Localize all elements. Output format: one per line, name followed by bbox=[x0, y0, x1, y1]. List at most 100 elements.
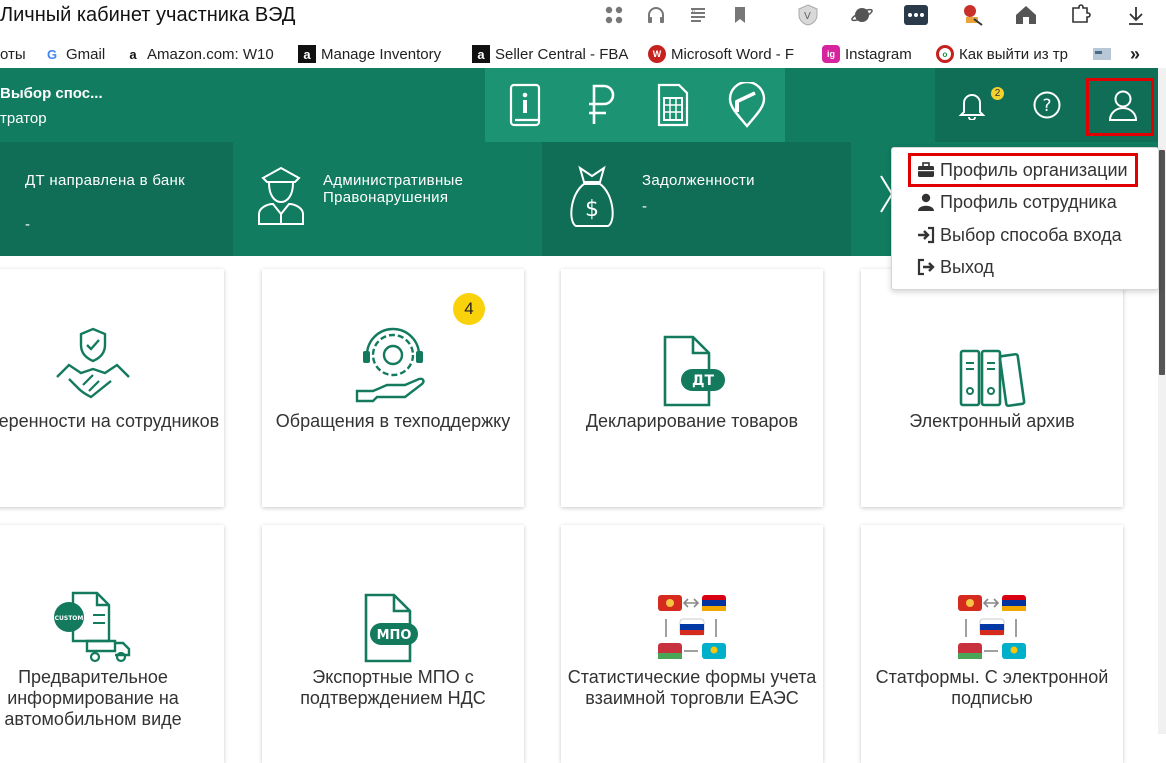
person-icon bbox=[916, 192, 936, 212]
eaeu-flags-icon bbox=[861, 525, 1123, 665]
bookmark-microsoft-word[interactable]: W Microsoft Word - F bbox=[648, 43, 806, 65]
instagram-favicon-icon: ig bbox=[822, 45, 840, 63]
notification-count-badge: 2 bbox=[991, 87, 1004, 100]
officer-icon bbox=[253, 164, 309, 231]
card-stat-forms-signature[interactable]: Статформы. С электронной подписью bbox=[861, 525, 1123, 763]
card-stat-forms-eaeu[interactable]: Статистические формы учета взаимной торг… bbox=[561, 525, 823, 763]
menu-item-org-profile[interactable]: Профиль организации bbox=[916, 157, 1128, 183]
menu-item-employee-profile[interactable]: Профиль сотрудника bbox=[916, 189, 1117, 215]
custom-icon-text: CUSTOM bbox=[55, 615, 84, 622]
bookmark-label: Как выйти из тр bbox=[959, 45, 1068, 63]
bookmark-label: Microsoft Word - F bbox=[671, 45, 795, 63]
bookmark-instagram[interactable]: ig Instagram bbox=[822, 43, 922, 65]
eaeu-flags-icon bbox=[561, 525, 823, 665]
user-name: Выбор спос... bbox=[0, 85, 103, 102]
more-dots-extension-icon[interactable] bbox=[904, 3, 928, 27]
extensions-puzzle-icon[interactable] bbox=[1068, 3, 1092, 27]
money-bag-icon: $ bbox=[564, 164, 620, 235]
stat-tile-bank[interactable]: ДТ направлена в банк - bbox=[0, 142, 233, 256]
amazon-favicon-icon: a bbox=[472, 45, 490, 63]
menu-item-logout[interactable]: Выход bbox=[916, 254, 994, 280]
custom-truck-document-icon: CUSTOM bbox=[0, 525, 224, 665]
svg-text:$: $ bbox=[585, 197, 599, 222]
declaration-icon-text: ДТ bbox=[692, 373, 714, 389]
info-book-icon[interactable] bbox=[500, 80, 550, 130]
ruble-icon[interactable] bbox=[575, 80, 625, 130]
bookmark-gmail[interactable]: G Gmail bbox=[43, 43, 115, 65]
svg-text:V: V bbox=[804, 11, 811, 22]
svg-text:?: ? bbox=[1042, 96, 1051, 116]
download-icon[interactable] bbox=[1124, 3, 1148, 27]
notifications-bell-icon[interactable] bbox=[950, 83, 994, 127]
bookmarks-more-button[interactable]: » bbox=[1130, 43, 1150, 65]
google-favicon-icon: G bbox=[46, 46, 58, 62]
sign-in-icon bbox=[916, 225, 936, 245]
card-title: Электронный архив bbox=[909, 411, 1075, 431]
window-title: Личный кабинет участника ВЭД bbox=[0, 4, 296, 26]
bookmark-manage-inventory[interactable]: a Manage Inventory bbox=[298, 43, 456, 65]
scrollbar-thumb[interactable] bbox=[1159, 150, 1165, 375]
archive-binders-icon bbox=[861, 269, 1123, 409]
card-support-requests[interactable]: 4 Обращения в техподдержку bbox=[262, 269, 524, 507]
calculator-icon[interactable] bbox=[648, 80, 698, 130]
puzzle-home-extension-icon[interactable] bbox=[1014, 3, 1038, 27]
card-title: Статистические формы учета взаимной торг… bbox=[567, 667, 817, 708]
headphones-icon[interactable] bbox=[644, 3, 668, 27]
card-title: Предварительное информирование на автомо… bbox=[4, 667, 182, 729]
bookmark-label: оты bbox=[0, 45, 26, 63]
bookmark-label: Manage Inventory bbox=[321, 45, 442, 63]
menu-item-label: Профиль сотрудника bbox=[940, 191, 1117, 212]
card-electronic-archive[interactable]: Электронный архив bbox=[861, 269, 1123, 507]
stat-tile-debts[interactable]: $ Задолженности - bbox=[542, 142, 851, 256]
card-title: Экспортные МПО с подтверждением НДС bbox=[300, 667, 486, 708]
card-title: Обращения в техподдержку bbox=[275, 411, 511, 431]
svg-text:A: A bbox=[691, 8, 696, 16]
support-gear-hand-icon bbox=[262, 269, 524, 409]
card-export-mpo[interactable]: МПО Экспортные МПО с подтверждением НДС bbox=[262, 525, 524, 763]
browser-titlebar: Личный кабинет участника ВЭД A V bbox=[0, 0, 1166, 32]
menu-item-label: Профиль организации bbox=[940, 159, 1128, 180]
mpo-icon-text: МПО bbox=[377, 628, 412, 643]
planet-extension-icon[interactable] bbox=[850, 3, 874, 27]
menu-item-label: Выбор способа входа bbox=[940, 224, 1122, 245]
amazon-favicon-icon: a bbox=[298, 45, 316, 63]
bookmark-icon[interactable] bbox=[728, 3, 752, 27]
card-title: Статформы. С электронной подписью bbox=[875, 667, 1109, 708]
sign-out-icon bbox=[916, 257, 936, 277]
barrier-pin-icon[interactable] bbox=[722, 80, 772, 130]
stat-tile-violations[interactable]: Административные Правонарушения bbox=[233, 142, 542, 256]
bookmark-amazon[interactable]: a Amazon.com: W10 bbox=[124, 43, 282, 65]
bookmark-seller-central[interactable]: a Seller Central - FBA bbox=[472, 43, 632, 65]
stat-value: - bbox=[25, 216, 30, 233]
declaration-document-icon: ДТ bbox=[561, 269, 823, 409]
stat-label: Административные Правонарушения bbox=[323, 172, 464, 206]
card-preliminary-info-auto[interactable]: CUSTOM Предварительное информирование на… bbox=[0, 525, 224, 763]
bookmark-label: Gmail bbox=[66, 45, 106, 63]
card-goods-declaration[interactable]: ДТ Декларирование товаров bbox=[561, 269, 823, 507]
card-title: Доверенности на сотрудников bbox=[0, 411, 220, 431]
bookmark-label: Instagram bbox=[845, 45, 912, 63]
reader-mode-icon[interactable]: A bbox=[686, 3, 710, 27]
handshake-shield-icon bbox=[0, 269, 224, 409]
card-powers-of-attorney[interactable]: Доверенности на сотрудников bbox=[0, 269, 224, 507]
card-count-badge: 4 bbox=[453, 293, 485, 325]
stat-label: Задолженности bbox=[642, 172, 755, 189]
menu-item-label: Выход bbox=[940, 256, 994, 277]
bookmark-exit[interactable]: o Как выйти из тр bbox=[936, 43, 1078, 65]
menu-item-login-method[interactable]: Выбор способа входа bbox=[916, 222, 1122, 248]
stat-label: ДТ направлена в банк bbox=[25, 172, 186, 189]
bookmarks-bar: оты G Gmail a Amazon.com: W10 a Manage I… bbox=[0, 38, 1166, 68]
help-question-icon[interactable]: ? bbox=[1025, 83, 1069, 127]
circle-favicon-icon: o bbox=[936, 45, 954, 63]
card-title: Декларирование товаров bbox=[585, 411, 799, 431]
amazon-favicon-icon: a bbox=[129, 46, 137, 62]
shield-extension-icon[interactable]: V bbox=[796, 3, 820, 27]
bookmark-item[interactable]: оты bbox=[0, 43, 40, 65]
mpo-document-icon: МПО bbox=[262, 525, 524, 665]
stat-value: - bbox=[642, 198, 647, 215]
user-button-highlight bbox=[1086, 78, 1154, 136]
user-role: тратор bbox=[0, 110, 47, 127]
translator-extension-icon[interactable] bbox=[960, 3, 984, 27]
bookmark-folder-icon[interactable] bbox=[1092, 43, 1114, 65]
apps-grid-icon[interactable] bbox=[602, 3, 626, 27]
